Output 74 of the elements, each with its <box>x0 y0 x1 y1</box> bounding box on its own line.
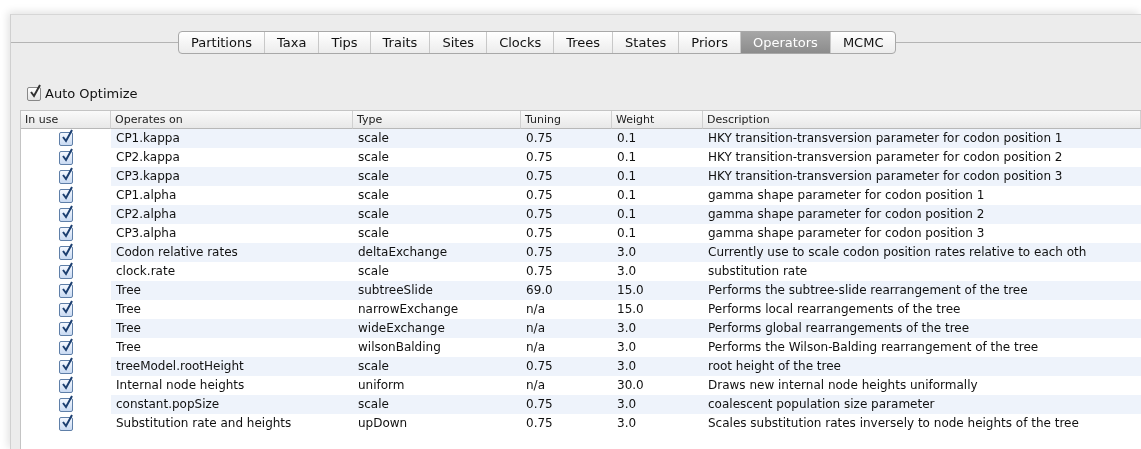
checkbox[interactable] <box>59 340 73 355</box>
table-cell: 3.0 <box>612 319 703 338</box>
column-header[interactable]: Description <box>703 111 1141 129</box>
tab[interactable]: States <box>613 32 680 53</box>
table-cell: scale <box>353 357 521 376</box>
checkbox[interactable] <box>59 283 73 298</box>
table-cell: deltaExchange <box>353 243 521 262</box>
table-cell: 0.1 <box>612 129 703 148</box>
table-cell: 0.75 <box>521 395 612 414</box>
checkbox[interactable] <box>59 416 73 431</box>
checkbox[interactable] <box>59 359 73 374</box>
table-cell: Performs the subtree-slide rearrangement of the tree <box>703 281 1141 300</box>
checkbox[interactable] <box>27 86 41 101</box>
tab[interactable]: Priors <box>679 32 741 53</box>
table-cell: wideExchange <box>353 319 521 338</box>
table-cell: 3.0 <box>612 357 703 376</box>
table-cell: 0.1 <box>612 167 703 186</box>
tab[interactable]: Trees <box>554 32 614 53</box>
checkbox[interactable] <box>59 150 73 165</box>
table-cell: scale <box>353 129 521 148</box>
table-cell: gamma shape parameter for codon position 2 <box>703 205 1141 224</box>
tab[interactable]: Clocks <box>487 32 555 53</box>
tab[interactable]: Traits <box>370 32 431 53</box>
column-header[interactable]: Operates on <box>111 111 353 129</box>
checkbox[interactable] <box>59 378 73 393</box>
column-header[interactable]: Tuning <box>521 111 612 129</box>
table-cell: 69.0 <box>521 281 612 300</box>
table-cell: scale <box>353 167 521 186</box>
table-cell: CP3.kappa <box>111 167 353 186</box>
table-cell: scale <box>353 205 521 224</box>
table-cell: 15.0 <box>612 281 703 300</box>
table-cell: 0.75 <box>521 167 612 186</box>
tab[interactable]: MCMC <box>830 32 896 53</box>
table-cell: CP1.kappa <box>111 129 353 148</box>
table-cell: scale <box>353 395 521 414</box>
table-cell: 0.75 <box>521 205 612 224</box>
table-cell: Currently use to scale codon position rates relative to each oth <box>703 243 1141 262</box>
table-cell: n/a <box>521 319 612 338</box>
table-cell: root height of the tree <box>703 357 1141 376</box>
table-cell: Tree <box>111 281 353 300</box>
tab[interactable]: Tips <box>319 32 371 53</box>
table-cell: Codon relative rates <box>111 243 353 262</box>
tab[interactable]: Partitions <box>179 32 265 53</box>
table-cell: constant.popSize <box>111 395 353 414</box>
table-cell: HKY transition-transversion parameter for codon position 3 <box>703 167 1141 186</box>
table-cell: 0.75 <box>521 129 612 148</box>
table-cell: coalescent population size parameter <box>703 395 1141 414</box>
table-cell: HKY transition-transversion parameter for codon position 1 <box>703 129 1141 148</box>
checkbox[interactable] <box>59 226 73 241</box>
table-cell: treeModel.rootHeight <box>111 357 353 376</box>
table-cell: Performs global rearrangements of the tree <box>703 319 1141 338</box>
column-header[interactable]: In use <box>21 111 111 129</box>
column-header[interactable]: Type <box>353 111 521 129</box>
checkbox-label: Auto Optimize <box>45 86 138 101</box>
checkbox[interactable] <box>59 302 73 317</box>
column-header[interactable]: Weight <box>612 111 703 129</box>
checkbox[interactable] <box>59 169 73 184</box>
tab[interactable]: Taxa <box>264 32 320 53</box>
table-cell: subtreeSlide <box>353 281 521 300</box>
table-cell: CP2.alpha <box>111 205 353 224</box>
checkbox[interactable] <box>59 321 73 336</box>
checkbox[interactable] <box>59 207 73 222</box>
checkbox[interactable] <box>59 397 73 412</box>
table-cell: 0.75 <box>521 243 612 262</box>
table-cell: 3.0 <box>612 395 703 414</box>
checkbox[interactable] <box>59 188 73 203</box>
checkbox[interactable] <box>59 245 73 260</box>
table-cell: Tree <box>111 319 353 338</box>
table-cell: 0.75 <box>521 357 612 376</box>
table-cell: 0.1 <box>612 205 703 224</box>
table-cell: 3.0 <box>612 243 703 262</box>
checkbox[interactable] <box>59 264 73 279</box>
tab[interactable]: Sites <box>430 32 488 53</box>
checkbox[interactable] <box>59 131 73 146</box>
